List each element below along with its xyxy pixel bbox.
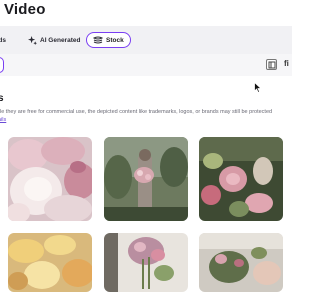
filter-chip-ai-generated[interactable]: AI Generated bbox=[22, 32, 86, 48]
section-heading: s bbox=[0, 93, 4, 104]
filter-row: ds AI Generated Stock bbox=[0, 26, 292, 54]
filter-chip-label: ds bbox=[0, 36, 6, 44]
stock-media-tile[interactable] bbox=[199, 233, 283, 292]
stock-media-tile[interactable] bbox=[8, 233, 92, 292]
filter-icon bbox=[268, 61, 276, 69]
toolbar-row: fi bbox=[0, 54, 292, 76]
stock-media-tile[interactable] bbox=[8, 137, 92, 221]
license-details-link[interactable]: ails bbox=[0, 117, 6, 123]
search-input[interactable] bbox=[0, 57, 4, 73]
stock-icon bbox=[93, 36, 103, 44]
woman-with-flowers-thumbnail bbox=[104, 137, 188, 221]
stock-media-tile[interactable] bbox=[199, 137, 283, 221]
yellow-flowers-thumbnail bbox=[8, 233, 92, 292]
filter-chip-cut-off[interactable]: ds bbox=[0, 32, 12, 48]
license-disclaimer: le they are free for commercial use, the… bbox=[0, 109, 273, 115]
filter-chip-label: Stock bbox=[106, 36, 124, 44]
filter-toggle-button[interactable] bbox=[266, 59, 277, 70]
flower-arranging-thumbnail bbox=[199, 233, 283, 292]
peonies-thumbnail bbox=[8, 137, 92, 221]
filter-chip-label: AI Generated bbox=[40, 36, 81, 44]
vase-flowers-thumbnail bbox=[104, 233, 188, 292]
header: Video bbox=[0, 0, 292, 26]
mouse-pointer-icon bbox=[254, 80, 263, 98]
rose-bouquet-thumbnail bbox=[199, 137, 283, 221]
sparkle-icon bbox=[28, 35, 37, 45]
stock-media-tile[interactable] bbox=[104, 137, 188, 221]
page-title: Video bbox=[4, 1, 46, 18]
filter-toggle-label[interactable]: fi bbox=[284, 59, 289, 68]
stock-media-tile[interactable] bbox=[104, 233, 188, 292]
filter-chip-stock[interactable]: Stock bbox=[86, 32, 131, 48]
